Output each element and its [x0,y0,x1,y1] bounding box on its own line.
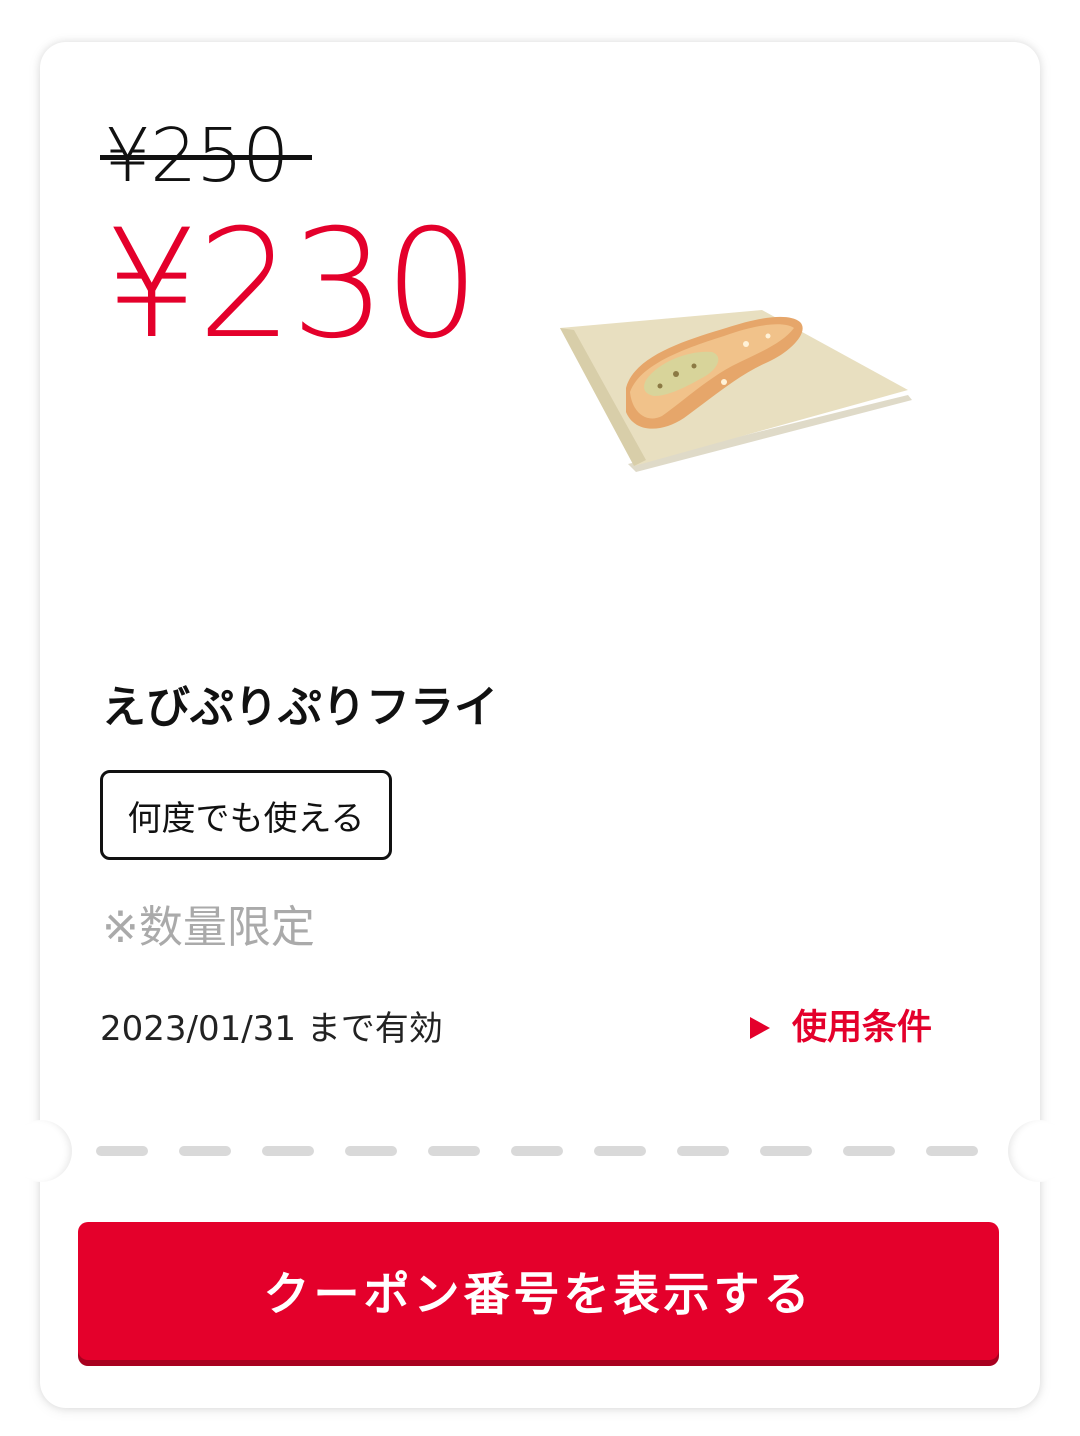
crumb [743,341,749,347]
dash [926,1146,978,1156]
crumb [721,379,727,385]
app-screen: ¥250 ¥230 えびぷりぷりフライ 何度でも使える ※数量限定 2023/0… [0,0,1080,1436]
triangle-right-icon [750,1017,770,1039]
dash [179,1146,231,1156]
terms-label: 使用条件 [792,1008,933,1048]
dash [843,1146,895,1156]
crumb [691,363,697,369]
terms-link[interactable]: 使用条件 [750,1002,932,1054]
dash [760,1146,812,1156]
price-strikethrough [100,155,312,160]
dash [511,1146,563,1156]
crumb [657,383,663,389]
dash [428,1146,480,1156]
dash [345,1146,397,1156]
dash [96,1146,148,1156]
dash [262,1146,314,1156]
perforation-divider [96,1146,986,1156]
coupon-notch-right [1008,1120,1070,1182]
dash [594,1146,646,1156]
crumb [765,333,771,339]
dash [677,1146,729,1156]
product-name: えびぷりぷりフライ [102,682,498,733]
usage-badge: 何度でも使える [100,770,392,860]
discount-price: ¥230 [104,198,480,372]
validity-date: 2023/01/31 まで有効 [100,1009,443,1049]
coupon-notch-left [10,1120,72,1182]
show-coupon-code-button[interactable]: クーポン番号を表示する [78,1222,999,1360]
limited-quantity-note: ※数量限定 [102,902,315,953]
crumb [673,371,679,377]
product-image [560,310,912,472]
